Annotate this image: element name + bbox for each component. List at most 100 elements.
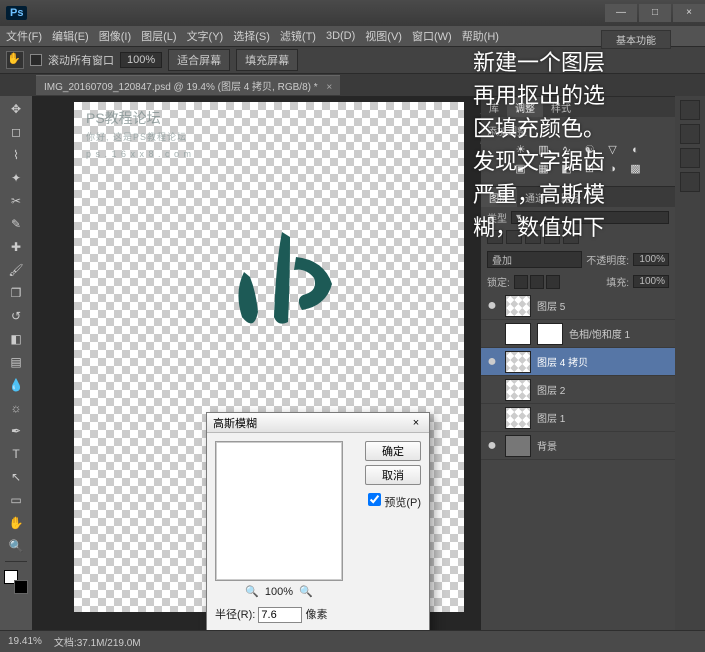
zoom-tool[interactable]: 🔍 bbox=[4, 535, 28, 557]
menu-select[interactable]: 选择(S) bbox=[233, 28, 270, 44]
layer-mask-thumb[interactable] bbox=[537, 323, 563, 345]
cancel-button[interactable]: 取消 bbox=[365, 465, 421, 485]
history-panel-icon[interactable] bbox=[680, 148, 700, 168]
adj-photo-icon[interactable]: ▦ bbox=[536, 161, 551, 176]
tab-styles[interactable]: 样式 bbox=[543, 97, 579, 117]
menu-3d[interactable]: 3D(D) bbox=[326, 30, 355, 42]
heal-tool[interactable]: ✚ bbox=[4, 236, 28, 258]
maximize-button[interactable]: □ bbox=[639, 4, 671, 22]
minimize-button[interactable]: — bbox=[605, 4, 637, 22]
scroll-all-checkbox[interactable] bbox=[30, 54, 42, 66]
adj-invert-icon[interactable]: ◑ bbox=[605, 161, 620, 176]
opacity-value[interactable]: 100% bbox=[633, 253, 669, 266]
layer-row[interactable]: 图层 2 bbox=[481, 376, 675, 404]
layer-row[interactable]: ●图层 4 拷贝 bbox=[481, 348, 675, 376]
adj-brightness-icon[interactable]: ☀ bbox=[513, 142, 528, 157]
filter-pixel-icon[interactable] bbox=[487, 230, 503, 244]
filter-smart-icon[interactable] bbox=[563, 230, 579, 244]
document-tab[interactable]: IMG_20160709_120847.psd @ 19.4% (图层 4 拷贝… bbox=[36, 75, 340, 95]
tab-library[interactable]: 库 bbox=[481, 97, 507, 117]
tab-adjustments[interactable]: 调整 bbox=[507, 97, 543, 117]
close-button[interactable]: × bbox=[673, 4, 705, 22]
visibility-icon[interactable]: ● bbox=[485, 297, 499, 315]
menu-text[interactable]: 文字(Y) bbox=[187, 28, 224, 44]
visibility-icon[interactable]: ● bbox=[485, 437, 499, 455]
adj-bw-icon[interactable]: ▣ bbox=[513, 161, 528, 176]
adj-curves-icon[interactable]: ∿ bbox=[559, 142, 574, 157]
menu-view[interactable]: 视图(V) bbox=[365, 28, 402, 44]
hand-tool[interactable]: ✋ bbox=[4, 512, 28, 534]
eyedropper-tool[interactable]: ✎ bbox=[4, 213, 28, 235]
preview-checkbox[interactable] bbox=[368, 493, 381, 506]
menu-layer[interactable]: 图层(L) bbox=[141, 28, 176, 44]
lasso-tool[interactable]: ⌇ bbox=[4, 144, 28, 166]
layer-filter[interactable]: ▾ bbox=[511, 211, 669, 224]
blend-mode-select[interactable]: 叠加 bbox=[487, 251, 582, 268]
blur-tool[interactable]: 💧 bbox=[4, 374, 28, 396]
menu-edit[interactable]: 编辑(E) bbox=[52, 28, 89, 44]
layer-thumb[interactable] bbox=[505, 351, 531, 373]
stamp-tool[interactable]: ❐ bbox=[4, 282, 28, 304]
visibility-icon[interactable]: ● bbox=[485, 353, 499, 371]
adj-poster-icon[interactable]: ▩ bbox=[628, 161, 643, 176]
menu-image[interactable]: 图像(I) bbox=[99, 28, 131, 44]
layer-thumb[interactable] bbox=[505, 407, 531, 429]
wand-tool[interactable]: ✦ bbox=[4, 167, 28, 189]
lock-all-icon[interactable] bbox=[546, 275, 560, 289]
color-panel-icon[interactable] bbox=[680, 100, 700, 120]
brush-tool[interactable]: 🖌 bbox=[4, 259, 28, 281]
tab-layers[interactable]: 图层 bbox=[481, 187, 517, 207]
shape-tool[interactable]: ▭ bbox=[4, 489, 28, 511]
filter-shape-icon[interactable] bbox=[544, 230, 560, 244]
swatches-panel-icon[interactable] bbox=[680, 124, 700, 144]
canvas-area[interactable]: PS教程论坛 你好, 这是PS教程论坛 p s . 1 6 x x 8 . c … bbox=[32, 96, 481, 630]
layer-thumb[interactable] bbox=[505, 295, 531, 317]
adj-vibrance-icon[interactable]: ▽ bbox=[605, 142, 620, 157]
filter-text-icon[interactable] bbox=[525, 230, 541, 244]
eraser-tool[interactable]: ◧ bbox=[4, 328, 28, 350]
pen-tool[interactable]: ✒ bbox=[4, 420, 28, 442]
status-zoom[interactable]: 19.41% bbox=[8, 636, 42, 647]
color-swatch[interactable] bbox=[4, 570, 28, 594]
history-brush-tool[interactable]: ↺ bbox=[4, 305, 28, 327]
adj-hue-icon[interactable]: ◐ bbox=[628, 142, 643, 157]
menu-filter[interactable]: 滤镜(T) bbox=[280, 28, 316, 44]
zoom-in-icon[interactable]: 🔍 bbox=[299, 585, 313, 598]
dialog-titlebar[interactable]: 高斯模糊 × bbox=[207, 413, 429, 433]
layer-thumb[interactable] bbox=[505, 435, 531, 457]
layer-row[interactable]: 色相/饱和度 1 bbox=[481, 320, 675, 348]
gradient-tool[interactable]: ▤ bbox=[4, 351, 28, 373]
path-tool[interactable]: ↖ bbox=[4, 466, 28, 488]
properties-panel-icon[interactable] bbox=[680, 172, 700, 192]
menu-help[interactable]: 帮助(H) bbox=[462, 28, 499, 44]
tab-paths[interactable]: 路径 bbox=[553, 187, 589, 207]
blur-preview[interactable] bbox=[215, 441, 343, 581]
filter-adj-icon[interactable] bbox=[506, 230, 522, 244]
lock-pixels-icon[interactable] bbox=[514, 275, 528, 289]
fill-screen-button[interactable]: 填充屏幕 bbox=[236, 49, 298, 71]
adj-channel-icon[interactable]: ◧ bbox=[559, 161, 574, 176]
tab-channels[interactable]: 通道 bbox=[517, 187, 553, 207]
marquee-tool[interactable]: ◻ bbox=[4, 121, 28, 143]
menu-window[interactable]: 窗口(W) bbox=[412, 28, 452, 44]
fill-value[interactable]: 100% bbox=[633, 275, 669, 288]
layer-thumb[interactable] bbox=[505, 323, 531, 345]
fit-screen-button[interactable]: 适合屏幕 bbox=[168, 49, 230, 71]
close-tab-icon[interactable]: × bbox=[326, 82, 332, 93]
layer-thumb[interactable] bbox=[505, 379, 531, 401]
dialog-close-icon[interactable]: × bbox=[409, 417, 423, 429]
move-tool[interactable]: ✥ bbox=[4, 98, 28, 120]
adj-lookup-icon[interactable]: ⊞ bbox=[582, 161, 597, 176]
lock-pos-icon[interactable] bbox=[530, 275, 544, 289]
layer-row[interactable]: ●图层 5 bbox=[481, 292, 675, 320]
radius-input[interactable] bbox=[258, 607, 302, 623]
dodge-tool[interactable]: ☼ bbox=[4, 397, 28, 419]
workspace-select[interactable]: 基本功能 bbox=[601, 30, 671, 49]
zoom-value[interactable]: 100% bbox=[120, 52, 162, 68]
adj-exposure-icon[interactable]: ☯ bbox=[582, 142, 597, 157]
menu-file[interactable]: 文件(F) bbox=[6, 28, 42, 44]
ok-button[interactable]: 确定 bbox=[365, 441, 421, 461]
adj-levels-icon[interactable]: ▥ bbox=[536, 142, 551, 157]
type-tool[interactable]: T bbox=[4, 443, 28, 465]
layer-row[interactable]: ●背景 bbox=[481, 432, 675, 460]
